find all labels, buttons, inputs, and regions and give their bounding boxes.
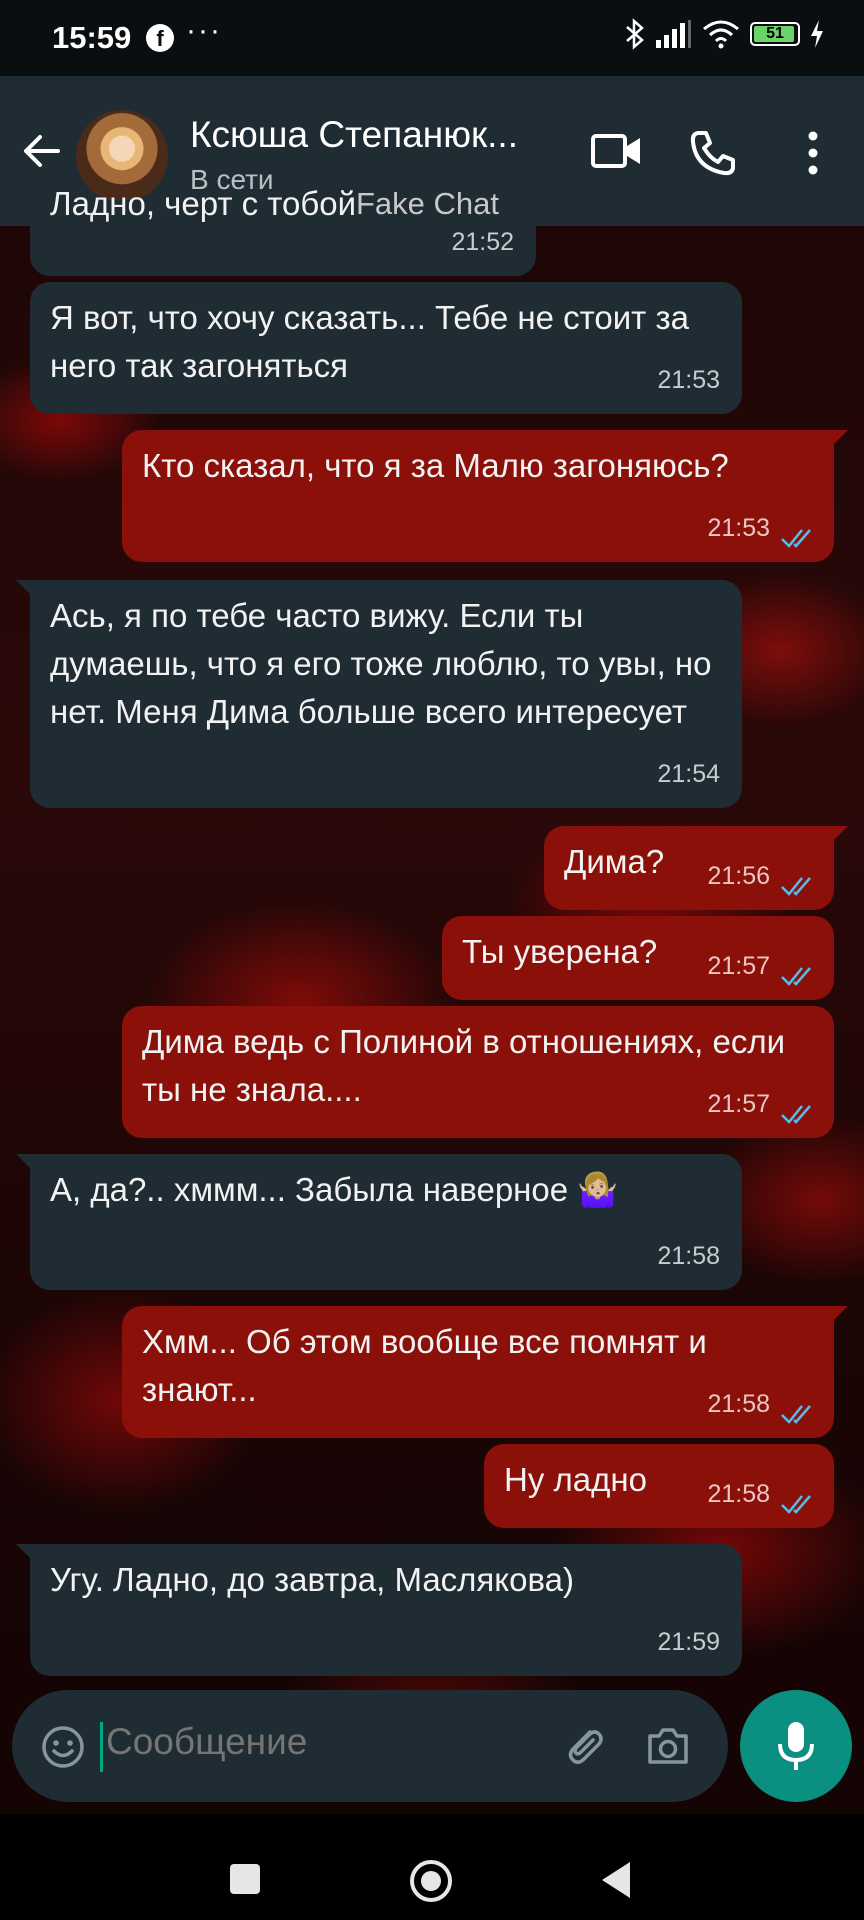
message-text: Ась, я по тебе часто вижу. Если ты думае… (50, 597, 712, 730)
message-text: А, да?.. хммм... Забыла наверное 🤷🏼‍♀️ (50, 1171, 619, 1208)
charging-icon (811, 20, 823, 48)
message-text: Хмм... Об этом вообще все помнят и знают… (142, 1323, 707, 1408)
status-time: 15:59 (52, 20, 132, 55)
back-arrow-icon[interactable] (18, 128, 64, 174)
status-icons: 51 (624, 18, 824, 50)
message-outgoing[interactable]: Хмм... Об этом вообще все помнят и знают… (122, 1306, 848, 1438)
message-outgoing[interactable]: Дима ведь с Полиной в отношениях, если т… (122, 1006, 834, 1138)
facebook-notification-icon: f (146, 24, 174, 52)
double-check-icon (781, 877, 811, 896)
message-time: 21:54 (657, 760, 720, 788)
message-outgoing[interactable]: Ты уверена? 21:57 (442, 916, 834, 1000)
message-text: Ну ладно (504, 1461, 647, 1498)
wifi-icon (703, 20, 739, 49)
status-bar: 15:59 f ··· 51 (0, 0, 864, 76)
double-check-icon (781, 1495, 811, 1514)
message-time: 21:56 (707, 862, 770, 890)
phone-call-icon[interactable] (688, 128, 738, 178)
bubble-tail (16, 1544, 34, 1562)
bubble-tail (16, 580, 34, 598)
more-options-icon[interactable] (798, 128, 828, 178)
microphone-icon (778, 1722, 814, 1770)
message-incoming[interactable]: Угу. Ладно, до завтра, Маслякова) 21:59 (16, 1544, 742, 1676)
battery-level: 51 (766, 25, 784, 42)
bubble-tail (16, 1154, 34, 1172)
message-composer (12, 1690, 728, 1802)
double-check-icon (781, 1405, 811, 1424)
home-icon[interactable] (408, 1858, 454, 1904)
double-check-icon (781, 967, 811, 986)
bubble-tail (830, 430, 848, 448)
message-time: 21:57 (707, 1090, 770, 1118)
message-text: Ладно, черт с тобой (50, 185, 357, 222)
message-incoming[interactable]: Ась, я по тебе часто вижу. Если ты думае… (16, 580, 742, 808)
signal-icon (656, 20, 691, 48)
contact-name[interactable]: Ксюша Степанюк... (190, 114, 550, 156)
bluetooth-icon (626, 18, 644, 50)
emoji-icon[interactable] (40, 1724, 86, 1770)
message-time: 21:52 (451, 228, 514, 256)
message-incoming[interactable]: А, да?.. хммм... Забыла наверное 🤷🏼‍♀️ 2… (16, 1154, 742, 1290)
message-incoming[interactable]: Я вот, что хочу сказать... Тебе не стоит… (30, 282, 742, 414)
message-outgoing[interactable]: Кто сказал, что я за Малю загоняюсь? 21:… (122, 430, 848, 562)
message-text: Я вот, что хочу сказать... Тебе не стоит… (50, 299, 689, 384)
recents-icon[interactable] (228, 1862, 262, 1896)
battery-icon: 51 (750, 22, 800, 46)
message-outgoing[interactable]: Ну ладно 21:58 (484, 1444, 834, 1528)
message-text: Дима? (564, 843, 665, 880)
bubble-tail (830, 826, 848, 844)
double-check-icon (781, 1105, 811, 1124)
message-text: Ты уверена? (462, 933, 658, 970)
bubble-tail (830, 1306, 848, 1324)
message-time: 21:53 (657, 366, 720, 394)
message-time: 21:57 (707, 952, 770, 980)
microphone-button[interactable] (740, 1690, 852, 1802)
paperclip-icon[interactable] (560, 1722, 608, 1770)
double-check-icon (781, 529, 811, 548)
back-nav-icon[interactable] (598, 1860, 634, 1900)
message-text: Угу. Ладно, до завтра, Маслякова) (50, 1561, 574, 1598)
video-call-icon[interactable] (590, 128, 642, 174)
system-navigation-bar (0, 1814, 864, 1920)
message-input[interactable] (104, 1720, 438, 1764)
camera-icon[interactable] (644, 1722, 692, 1770)
message-time: 21:53 (707, 514, 770, 542)
message-text: Дима ведь с Полиной в отношениях, если т… (142, 1023, 786, 1108)
text-cursor (100, 1722, 103, 1772)
message-outgoing[interactable]: Дима? 21:56 (544, 826, 848, 910)
message-time: 21:58 (707, 1390, 770, 1418)
status-more-dots: ··· (186, 14, 222, 47)
fake-chat-watermark: Fake Chat (356, 186, 500, 221)
message-text: Кто сказал, что я за Малю загоняюсь? (142, 447, 729, 484)
message-time: 21:59 (657, 1628, 720, 1656)
message-time: 21:58 (657, 1242, 720, 1270)
message-time: 21:58 (707, 1480, 770, 1508)
